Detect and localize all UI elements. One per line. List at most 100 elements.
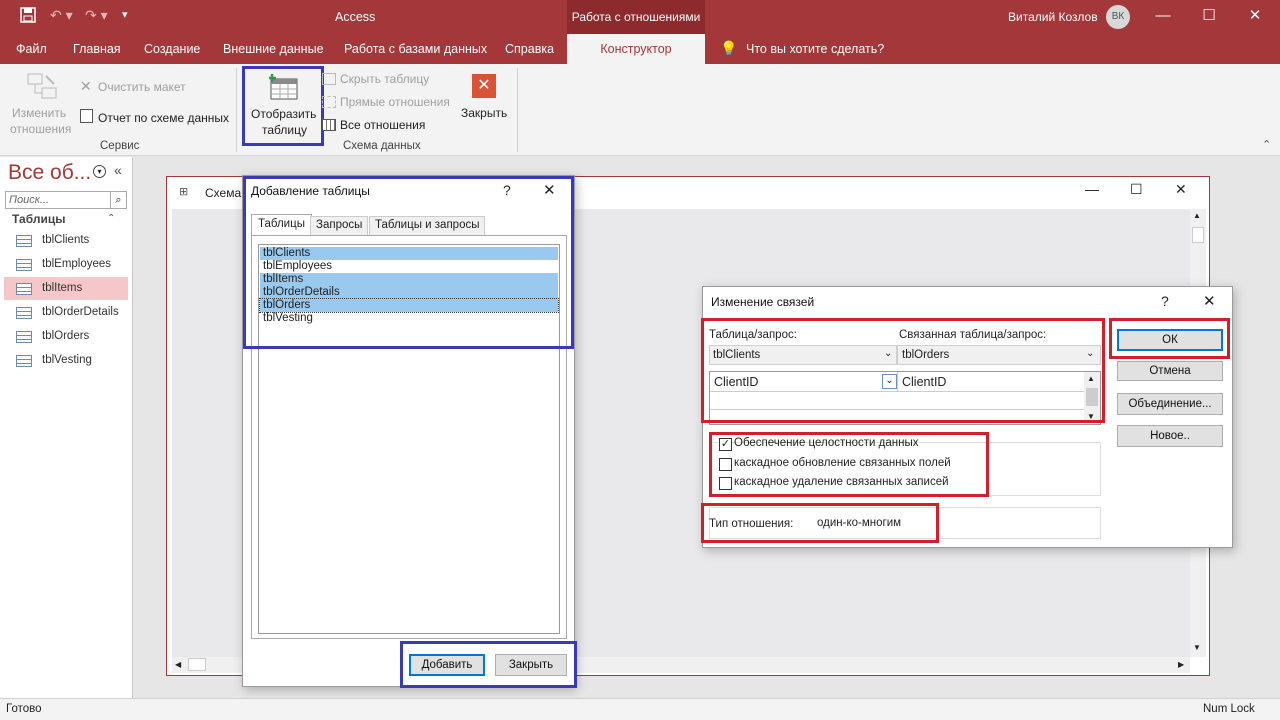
nav-item[interactable]: tblClients bbox=[4, 229, 128, 252]
avatar[interactable]: ВК bbox=[1106, 5, 1130, 29]
nav-item-label: tblEmployees bbox=[42, 258, 112, 270]
chevron-down-icon: ⌄ bbox=[884, 348, 893, 359]
nav-title[interactable]: Все об... bbox=[8, 161, 91, 185]
table-query-select[interactable]: tblClients ⌄ bbox=[709, 345, 897, 365]
nav-item[interactable]: tblOrders bbox=[4, 325, 128, 348]
tab-queries[interactable]: Запросы bbox=[310, 216, 369, 236]
dialog-close-icon[interactable]: ✕ bbox=[1203, 292, 1216, 310]
customize-toolbar-icon[interactable]: ▾ bbox=[122, 8, 128, 21]
close-x-icon: ✕ bbox=[472, 74, 496, 98]
scroll-up-icon[interactable]: ▲ bbox=[1087, 374, 1095, 383]
table-query-label: Таблица/запрос: bbox=[709, 329, 797, 341]
scroll-up-icon[interactable]: ▲ bbox=[1193, 211, 1201, 220]
table-list-item[interactable]: tblEmployees bbox=[260, 260, 558, 273]
rel-type-label: Тип отношения: bbox=[709, 518, 794, 530]
related-table-select[interactable]: tblOrders ⌄ bbox=[897, 345, 1101, 365]
field-empty-row[interactable] bbox=[710, 392, 1084, 410]
nav-item-label: tblVesting bbox=[42, 354, 92, 366]
table-list-item[interactable]: tblOrderDetails bbox=[260, 286, 558, 299]
cascade-update-label: каскадное обновление связанных полей bbox=[734, 457, 951, 469]
nav-search-input[interactable]: Поиск... ⌕ bbox=[5, 191, 127, 209]
table-query-value: tblClients bbox=[713, 349, 761, 361]
save-icon[interactable] bbox=[20, 7, 36, 27]
direct-relationships-icon bbox=[322, 96, 336, 108]
tab-design[interactable]: Конструктор bbox=[567, 34, 705, 64]
user-name[interactable]: Виталий Козлов bbox=[1008, 10, 1098, 24]
undo-icon[interactable]: ↶ ▾ bbox=[50, 7, 73, 24]
table-list-item[interactable]: tblVesting bbox=[260, 312, 558, 325]
table-listbox[interactable]: tblClients tblEmployees tblItems tblOrderDe… bbox=[258, 244, 560, 634]
nav-item[interactable]: tblOrderDetails bbox=[4, 301, 128, 324]
chevron-down-icon[interactable]: ⌄ bbox=[882, 374, 897, 389]
nav-item-label: tblClients bbox=[42, 234, 90, 246]
nav-item[interactable]: tblEmployees bbox=[4, 253, 128, 276]
related-table-value: tblOrders bbox=[902, 349, 950, 361]
close-label: Закрыть bbox=[461, 106, 508, 120]
horizontal-scroll-thumb[interactable] bbox=[188, 658, 206, 671]
tab-file[interactable]: Файл bbox=[16, 34, 47, 64]
add-button[interactable]: Добавить bbox=[409, 654, 485, 676]
dialog-close-icon[interactable]: ✕ bbox=[543, 181, 556, 199]
nav-item[interactable]: tblItems bbox=[4, 277, 128, 300]
field-left-value: ClientID bbox=[714, 375, 759, 389]
cancel-button[interactable]: Отмена bbox=[1117, 361, 1223, 381]
search-icon[interactable]: ⌕ bbox=[110, 192, 126, 208]
relationships-icon: ⊞ bbox=[179, 186, 189, 198]
join-type-button[interactable]: Объединение... bbox=[1117, 393, 1223, 415]
nav-section-header[interactable]: Таблицы bbox=[12, 212, 65, 226]
nav-item-label: tblItems bbox=[42, 282, 83, 294]
all-relationships-icon bbox=[322, 119, 336, 131]
tab-tables-and-queries[interactable]: Таблицы и запросы bbox=[369, 216, 486, 236]
checkbox-box bbox=[719, 477, 732, 490]
field-right-value: ClientID bbox=[902, 375, 947, 389]
show-table-icon bbox=[268, 73, 299, 104]
ok-button[interactable]: ОК bbox=[1117, 329, 1223, 351]
tab-help[interactable]: Справка bbox=[505, 34, 554, 64]
schema-maximize-icon[interactable]: ☐ bbox=[1130, 181, 1143, 198]
edit-relationships-button[interactable]: Изменить отношения bbox=[8, 68, 76, 142]
ribbon-separator bbox=[517, 68, 518, 152]
collapse-section-icon[interactable]: ⌃ bbox=[107, 213, 115, 224]
help-icon[interactable]: ? bbox=[503, 182, 511, 198]
table-list-item[interactable]: tblOrders bbox=[259, 298, 559, 313]
field-right-cell[interactable]: ClientID bbox=[898, 372, 1084, 392]
edit-rel-dialog-title: Изменение связей bbox=[711, 295, 815, 309]
close-relationships-button[interactable]: ✕ Закрыть bbox=[458, 72, 512, 128]
collapse-ribbon-icon[interactable]: ⌃ bbox=[1262, 138, 1271, 151]
nav-item[interactable]: tblVesting bbox=[4, 349, 128, 372]
grid-scrollbar[interactable]: ▲ ▼ bbox=[1084, 372, 1100, 424]
help-icon[interactable]: ? bbox=[1161, 293, 1169, 309]
vertical-scroll-thumb[interactable] bbox=[1192, 227, 1204, 243]
add-table-dialog: Добавление таблицы ? ✕ Таблицы Запросы Т… bbox=[242, 175, 577, 688]
close-button[interactable]: Закрыть bbox=[495, 654, 567, 676]
grid-scroll-thumb[interactable] bbox=[1086, 388, 1098, 406]
schema-minimize-icon[interactable]: — bbox=[1085, 181, 1099, 197]
table-list-item[interactable]: tblClients bbox=[260, 247, 558, 260]
field-left-cell[interactable]: ClientID ⌄ bbox=[710, 372, 898, 392]
tab-external-data[interactable]: Внешние данные bbox=[223, 34, 324, 64]
tab-create[interactable]: Создание bbox=[144, 34, 200, 64]
schema-close-icon[interactable]: ✕ bbox=[1175, 181, 1187, 198]
scroll-left-icon[interactable]: ◀ bbox=[175, 660, 181, 669]
redo-icon[interactable]: ↷ ▾ bbox=[85, 7, 108, 24]
show-table-button[interactable]: Отобразить таблицу bbox=[242, 66, 324, 146]
minimize-icon[interactable]: — bbox=[1140, 0, 1186, 34]
tab-database-tools[interactable]: Работа с базами данных bbox=[344, 34, 487, 64]
tell-me-input[interactable]: Что вы хотите сделать? bbox=[746, 34, 884, 64]
scroll-down-icon[interactable]: ▼ bbox=[1193, 643, 1201, 652]
scroll-down-icon[interactable]: ▼ bbox=[1087, 412, 1095, 421]
create-new-button[interactable]: Новое.. bbox=[1117, 425, 1223, 447]
chevron-down-icon: ⌄ bbox=[1086, 348, 1095, 359]
tab-tables[interactable]: Таблицы bbox=[251, 214, 312, 236]
title-bar: ↶ ▾ ↷ ▾ ▾ Access Работа с отношениями Ви… bbox=[0, 0, 1280, 34]
show-table-label-2: таблицу bbox=[262, 123, 307, 137]
nav-menu-icon[interactable]: ▾ bbox=[93, 165, 106, 178]
close-icon[interactable]: ✕ bbox=[1232, 0, 1278, 34]
maximize-icon[interactable]: ☐ bbox=[1186, 0, 1232, 34]
shutter-bar-icon[interactable]: « bbox=[114, 162, 122, 178]
ribbon: Изменить отношения ✕ Очистить макет Отче… bbox=[0, 64, 1280, 156]
navigation-pane: Все об... ▾ « Поиск... ⌕ Таблицы ⌃ tblCl… bbox=[0, 157, 133, 698]
tab-home[interactable]: Главная bbox=[73, 34, 121, 64]
scroll-right-icon[interactable]: ▶ bbox=[1178, 660, 1184, 669]
table-list-item[interactable]: tblItems bbox=[260, 273, 558, 286]
